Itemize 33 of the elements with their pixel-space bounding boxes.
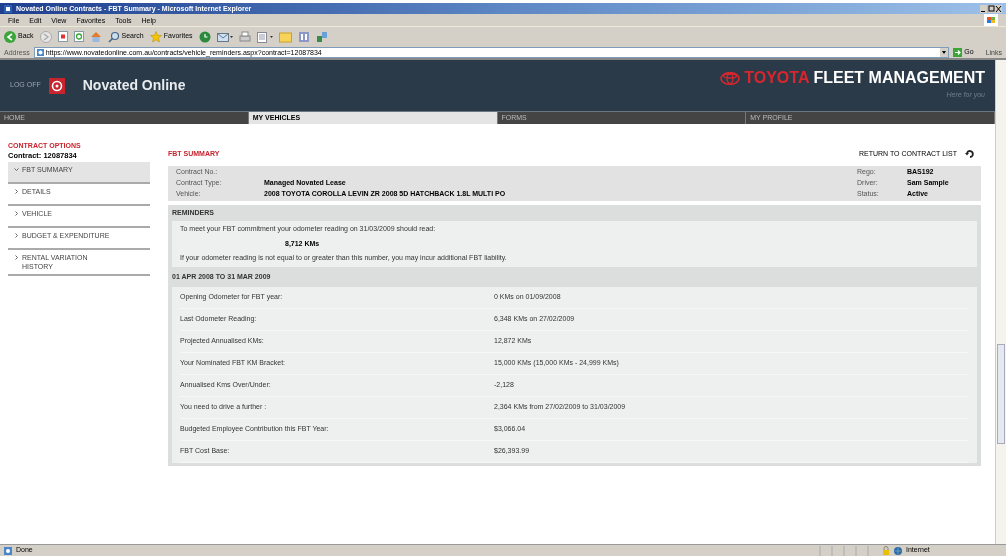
messenger-icon[interactable] — [297, 30, 310, 43]
page-icon[interactable] — [36, 48, 44, 56]
lock-icon[interactable] — [882, 546, 890, 555]
app-icon[interactable] — [4, 4, 12, 13]
chevron-right-icon[interactable] — [14, 255, 19, 261]
research-icon[interactable] — [315, 30, 328, 43]
brand-name: TOYOTA — [744, 70, 810, 87]
brand-title: FLEET MANAGEMENT — [813, 70, 985, 87]
chevron-right-icon[interactable] — [14, 189, 19, 195]
brand-emblem-icon[interactable] — [720, 71, 741, 85]
page-icon[interactable] — [4, 546, 12, 555]
window-controls-icon[interactable] — [980, 4, 1002, 13]
logo-icon[interactable] — [48, 77, 65, 94]
search-icon[interactable] — [107, 30, 120, 43]
edit-icon[interactable] — [256, 30, 273, 43]
site-name: Novated Online — [82, 76, 186, 95]
stop-icon[interactable] — [57, 31, 68, 42]
globe-icon[interactable] — [894, 546, 902, 555]
refresh-icon[interactable] — [73, 31, 84, 42]
history-icon[interactable] — [198, 30, 211, 43]
windows-logo-icon[interactable] — [984, 14, 998, 26]
home-icon[interactable] — [89, 31, 102, 42]
back-arrow-icon[interactable] — [4, 30, 16, 43]
chevron-right-icon[interactable] — [14, 211, 19, 217]
chevron-down-icon[interactable] — [14, 167, 19, 173]
dropdown-arrow-icon[interactable] — [940, 47, 949, 57]
forward-arrow-icon[interactable] — [39, 30, 52, 43]
mail-icon[interactable] — [216, 30, 233, 43]
chevron-right-icon[interactable] — [14, 233, 19, 239]
print-icon[interactable] — [238, 30, 251, 43]
return-arrow-icon[interactable] — [965, 150, 975, 158]
go-arrow-icon[interactable] — [953, 47, 963, 57]
star-icon[interactable] — [149, 30, 162, 43]
